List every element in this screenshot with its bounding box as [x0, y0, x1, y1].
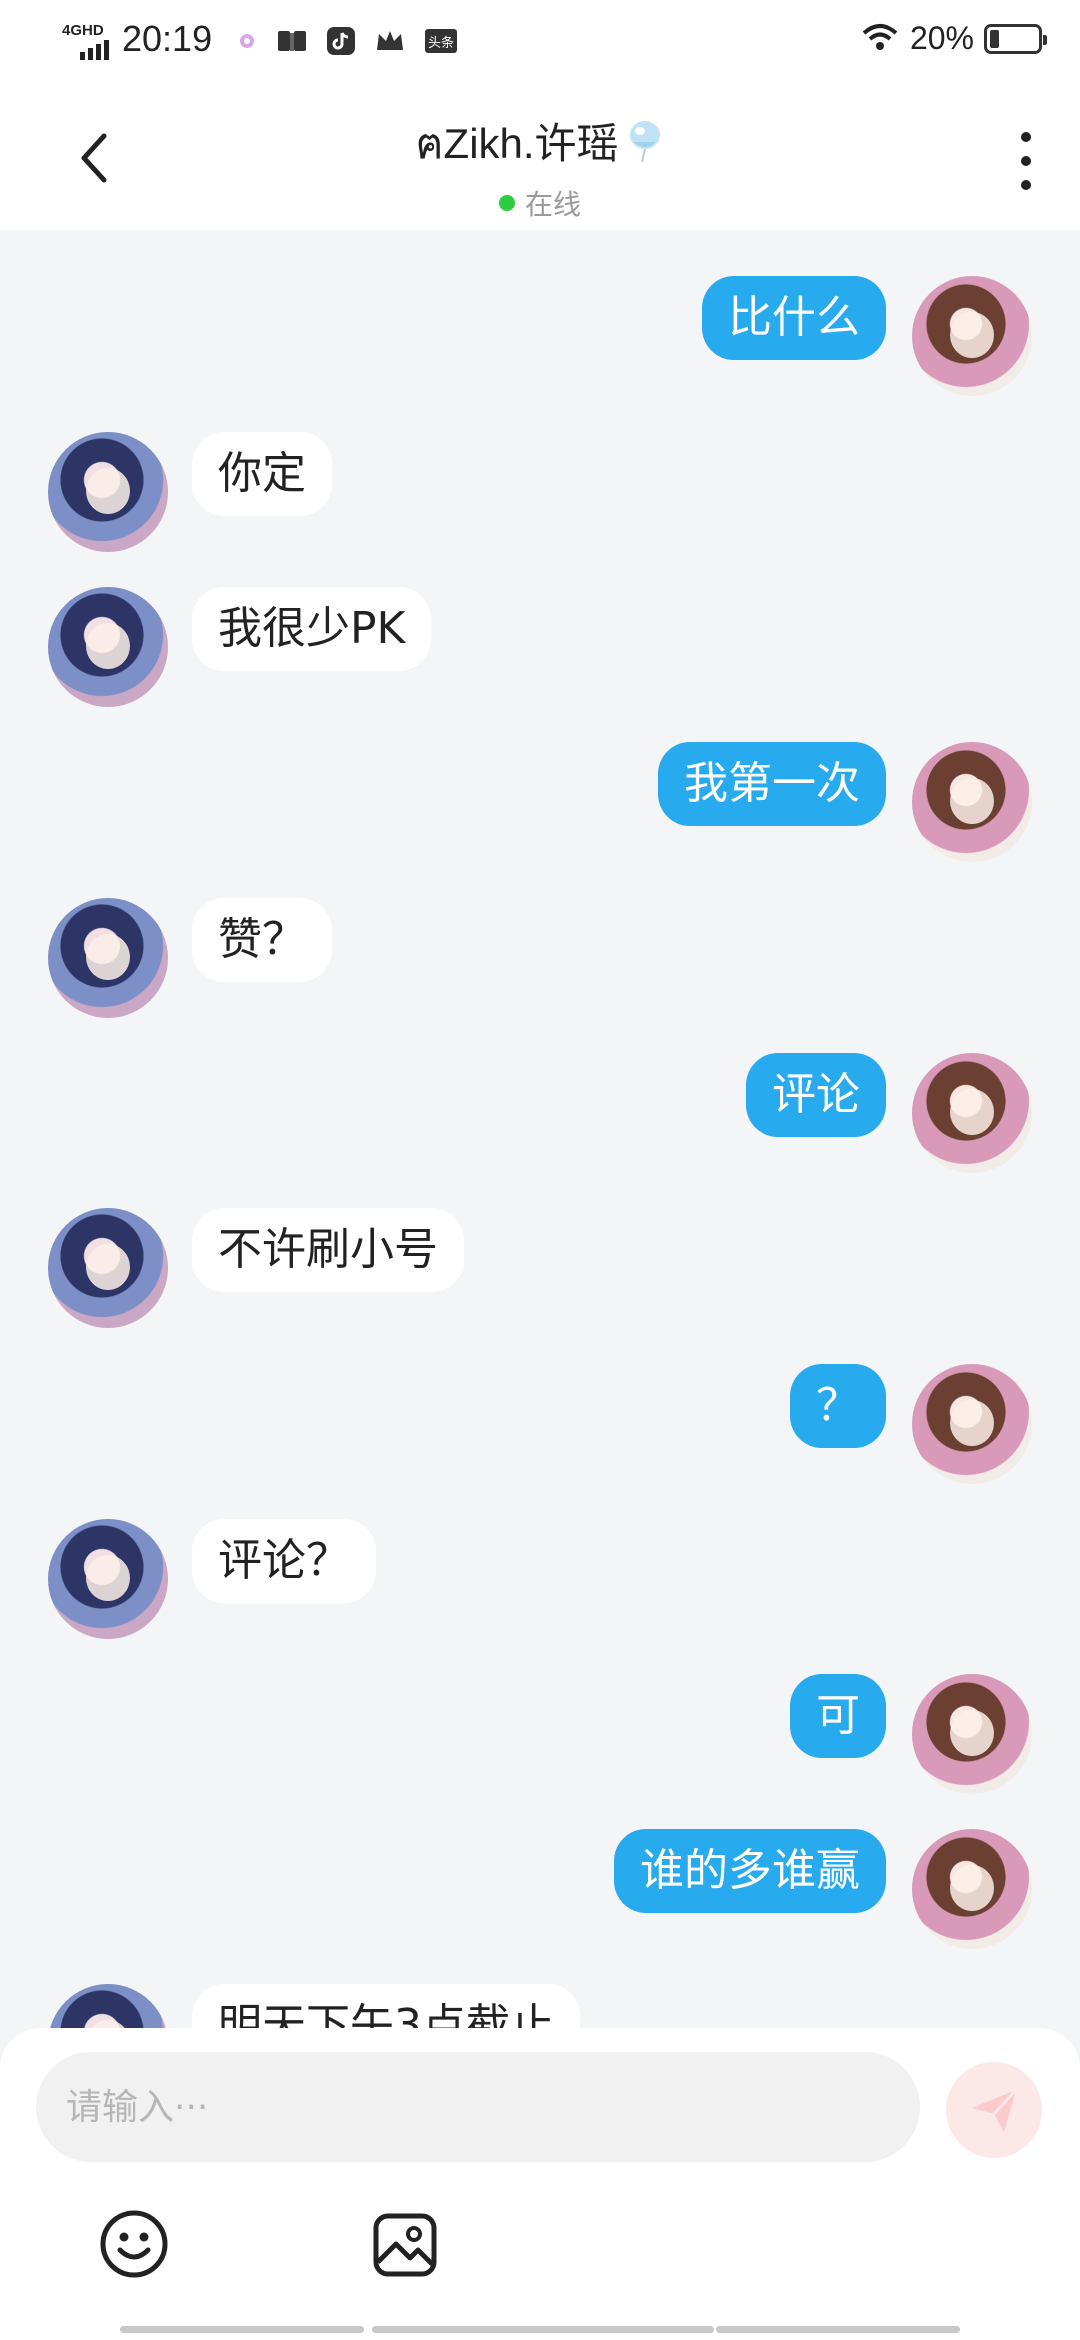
my-avatar[interactable] — [912, 1829, 1032, 1949]
message-row: 赞？ — [0, 898, 1080, 1028]
message-bubble-outgoing[interactable]: 我第一次 — [658, 742, 886, 826]
message-row: 不许刷小号 — [0, 1208, 1080, 1338]
crown-icon — [374, 28, 406, 58]
gesture-bar — [716, 2326, 960, 2333]
message-row: 你定 — [0, 432, 1080, 562]
contact-avatar[interactable] — [48, 898, 168, 1018]
contact-avatar[interactable] — [48, 1984, 168, 2030]
online-status-dot — [498, 195, 515, 211]
contact-avatar[interactable] — [48, 587, 168, 707]
my-avatar[interactable] — [912, 1674, 1032, 1794]
message-bubble-outgoing[interactable]: ？ — [790, 1364, 886, 1448]
more-options-button[interactable] — [1006, 126, 1046, 196]
input-panel — [0, 2028, 1080, 2340]
message-row: 评论？ — [0, 1519, 1080, 1649]
contact-name[interactable]: ฅZikh.许瑶 — [415, 110, 618, 177]
online-status-text: 在线 — [524, 188, 581, 221]
status-app-icons: 头条 — [236, 26, 458, 60]
chat-header: ฅZikh.许瑶 在线 — [0, 84, 1080, 230]
message-input[interactable] — [36, 2052, 920, 2162]
message-row: ？ — [0, 1364, 1080, 1494]
more-dots-icon — [1021, 132, 1031, 142]
app-dot-icon — [236, 30, 258, 56]
tiktok-icon — [326, 26, 356, 60]
status-right: 20% — [860, 20, 1047, 57]
title-block: ฅZikh.许瑶 在线 — [0, 110, 1080, 223]
message-bubble-outgoing[interactable]: 评论 — [746, 1053, 886, 1137]
message-bubble-incoming[interactable]: 赞？ — [192, 898, 332, 982]
message-row: 评论 — [0, 1053, 1080, 1183]
message-bubble-outgoing[interactable]: 比什么 — [702, 276, 886, 360]
emoji-button[interactable] — [98, 2208, 170, 2280]
balloon-badge-icon — [625, 118, 665, 170]
message-row: 我很少PK — [0, 587, 1080, 717]
image-icon — [373, 2213, 437, 2277]
contact-avatar[interactable] — [48, 1519, 168, 1639]
toutiao-label: 头条 — [428, 35, 454, 51]
message-row: 可 — [0, 1674, 1080, 1804]
message-bubble-incoming[interactable]: 评论？ — [192, 1519, 376, 1603]
network-signal-icon: 4GHD — [62, 22, 112, 60]
message-bubble-outgoing[interactable]: 谁的多谁赢 — [614, 1829, 886, 1913]
message-bubble-outgoing[interactable]: 可 — [790, 1674, 886, 1758]
toutiao-icon: 头条 — [424, 27, 458, 59]
contact-avatar[interactable] — [48, 432, 168, 552]
my-avatar[interactable] — [912, 742, 1032, 862]
gesture-bar — [120, 2326, 364, 2333]
message-bubble-incoming[interactable]: 不许刷小号 — [192, 1208, 464, 1292]
wifi-icon — [860, 21, 900, 57]
book-icon — [276, 27, 308, 59]
message-row: 谁的多谁赢 — [0, 1829, 1080, 1959]
send-icon — [972, 2088, 1018, 2132]
message-bubble-incoming[interactable]: 明天下午3点截止 — [192, 1984, 580, 2030]
network-type: 4GHD — [62, 22, 104, 39]
message-row: 我第一次 — [0, 742, 1080, 872]
message-row: 比什么 — [0, 276, 1080, 406]
message-row: 明天下午3点截止 — [0, 1984, 1080, 2030]
contact-avatar[interactable] — [48, 1208, 168, 1328]
my-avatar[interactable] — [912, 276, 1032, 396]
message-bubble-incoming[interactable]: 我很少PK — [192, 587, 432, 671]
gesture-bar — [372, 2326, 714, 2333]
my-avatar[interactable] — [912, 1053, 1032, 1173]
send-button[interactable] — [946, 2062, 1042, 2158]
status-time: 20:19 — [122, 18, 213, 59]
message-list[interactable]: 比什么 你定 我很少PK 我第一次 赞？ 评论 不许刷小号 ？ 评论？ 可 谁的… — [0, 230, 1080, 2030]
smiley-icon — [100, 2210, 168, 2278]
battery-percent: 20% — [909, 20, 974, 56]
image-button[interactable] — [372, 2212, 438, 2278]
message-bubble-incoming[interactable]: 你定 — [192, 432, 332, 516]
my-avatar[interactable] — [912, 1364, 1032, 1484]
status-bar: 4GHD 20:19 头条 20% — [0, 0, 1080, 84]
battery-icon — [984, 23, 1047, 54]
